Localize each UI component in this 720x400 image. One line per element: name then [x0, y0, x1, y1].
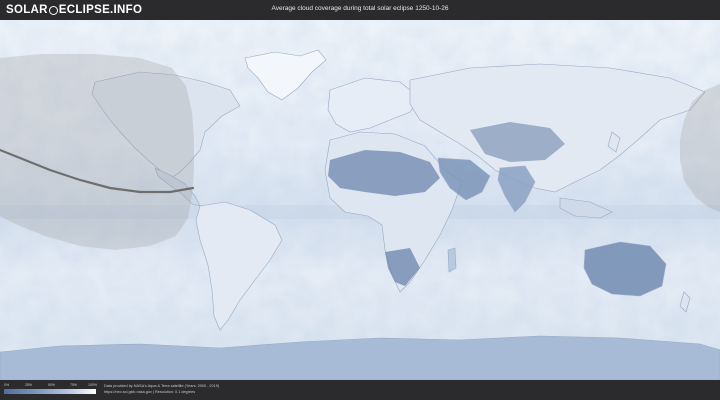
sun-icon [48, 5, 58, 15]
scale-tick-0: 0% [4, 383, 10, 387]
logo-text-eclipse: ECLIPSE.INFO [58, 4, 143, 16]
site-logo[interactable]: SOLAR ECLIPSE.INFO [6, 3, 142, 17]
scale-tick-50: 50% [48, 383, 56, 387]
coverage-scale-legend: 0% 25% 50% 75% 100% [4, 383, 97, 397]
world-map-svg [0, 20, 720, 380]
scale-tick-75: 75% [70, 383, 78, 387]
scale-tick-100: 100% [88, 383, 97, 387]
data-credits: Data provided by NASA's Aqua & Terra sat… [104, 384, 219, 395]
credits-line-url: https://neo.sci.gsfc.nasa.gov | Resoluti… [104, 389, 196, 394]
credits-line-source: Data provided by NASA's Aqua & Terra sat… [104, 384, 220, 388]
footer-bar: 0% 25% 50% 75% 100% Data provided by NAS… [0, 380, 720, 400]
page-title: Average cloud coverage during total sola… [271, 5, 449, 12]
scale-tick-25: 25% [25, 383, 33, 387]
header-bar: SOLAR ECLIPSE.INFO Average cloud coverag… [0, 0, 720, 20]
scale-ticks: 0% 25% 50% 75% 100% [4, 383, 97, 388]
cloud-coverage-map [0, 20, 720, 380]
landmass-madagascar [447, 247, 457, 273]
logo-text-solar: SOLAR [6, 4, 48, 16]
eclipse-shadow-region-west [0, 54, 194, 250]
page: SOLAR ECLIPSE.INFO Average cloud coverag… [0, 0, 720, 400]
scale-gradient-bar [4, 389, 96, 394]
